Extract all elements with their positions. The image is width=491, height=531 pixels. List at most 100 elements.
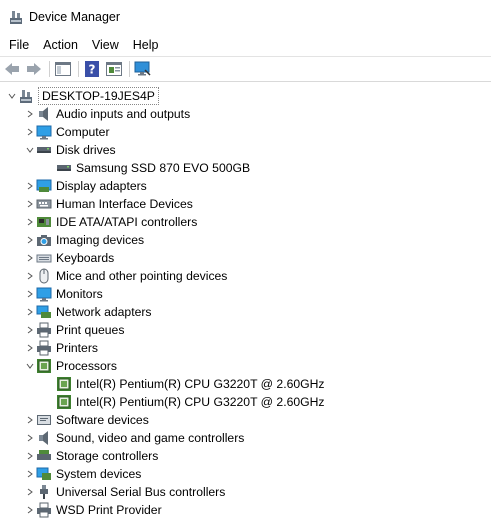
tree-category-sound-video-and-game-controllers[interactable]: Sound, video and game controllers: [0, 429, 491, 447]
tree-device-intel-r-pentium-r-cpu-g3220t-2-60ghz[interactable]: Intel(R) Pentium(R) CPU G3220T @ 2.60GHz: [0, 375, 491, 393]
printer-icon: [36, 502, 52, 518]
tree-item-label: Sound, video and game controllers: [56, 431, 245, 445]
tree-item-label: Keyboards: [56, 251, 115, 265]
tree-item-label: Mice and other pointing devices: [56, 269, 228, 283]
tree-category-imaging-devices[interactable]: Imaging devices: [0, 231, 491, 249]
network-adapter-icon: [36, 304, 52, 320]
tree-item-label: Software devices: [56, 413, 149, 427]
tree-item-label: IDE ATA/ATAPI controllers: [56, 215, 198, 229]
tree-category-audio-inputs-and-outputs[interactable]: Audio inputs and outputs: [0, 105, 491, 123]
chevron-right-icon[interactable]: [24, 249, 36, 267]
ide-controller-icon: [36, 214, 52, 230]
tree-item-label: Samsung SSD 870 EVO 500GB: [76, 161, 251, 175]
printer-icon: [36, 322, 52, 338]
chevron-right-icon[interactable]: [24, 123, 36, 141]
hid-icon: [36, 196, 52, 212]
tree-item-label: Storage controllers: [56, 449, 159, 463]
toolbar-separator: [78, 61, 79, 77]
tree-item-label: Display adapters: [56, 179, 147, 193]
speaker-icon: [36, 106, 52, 122]
tree-category-processors[interactable]: Processors: [0, 357, 491, 375]
title-bar: Device Manager: [0, 0, 491, 34]
tree-device-intel-r-pentium-r-cpu-g3220t-2-60ghz[interactable]: Intel(R) Pentium(R) CPU G3220T @ 2.60GHz: [0, 393, 491, 411]
menu-help[interactable]: Help: [126, 38, 166, 52]
chevron-right-icon[interactable]: [24, 303, 36, 321]
chevron-right-icon[interactable]: [24, 411, 36, 429]
svg-text:?: ?: [89, 63, 96, 77]
menu-file[interactable]: File: [2, 38, 36, 52]
chevron-right-icon[interactable]: [24, 321, 36, 339]
chevron-right-icon[interactable]: [24, 429, 36, 447]
tree-category-ide-ata-atapi-controllers[interactable]: IDE ATA/ATAPI controllers: [0, 213, 491, 231]
tree-category-display-adapters[interactable]: Display adapters: [0, 177, 491, 195]
window-title: Device Manager: [29, 10, 121, 24]
camera-icon: [36, 232, 52, 248]
chevron-down-icon[interactable]: [24, 141, 36, 159]
tree-item-label: Printers: [56, 341, 98, 355]
tree-category-network-adapters[interactable]: Network adapters: [0, 303, 491, 321]
tree-category-printers[interactable]: Printers: [0, 339, 491, 357]
tree-category-system-devices[interactable]: System devices: [0, 465, 491, 483]
toolbar-separator: [129, 61, 130, 77]
tree-root-desktop[interactable]: DESKTOP-19JES4P: [0, 87, 491, 105]
tree-item-label: Audio inputs and outputs: [56, 107, 191, 121]
mouse-icon: [36, 268, 52, 284]
tree-item-label: System devices: [56, 467, 142, 481]
tree-category-monitors[interactable]: Monitors: [0, 285, 491, 303]
tree-category-human-interface-devices[interactable]: Human Interface Devices: [0, 195, 491, 213]
tree-category-mice-and-other-pointing-devices[interactable]: Mice and other pointing devices: [0, 267, 491, 285]
tree-category-disk-drives[interactable]: Disk drives: [0, 141, 491, 159]
chevron-right-icon[interactable]: [24, 213, 36, 231]
chevron-right-icon[interactable]: [24, 465, 36, 483]
chevron-right-icon[interactable]: [24, 177, 36, 195]
processor-icon: [56, 394, 72, 410]
chevron-right-icon[interactable]: [24, 501, 36, 519]
keyboard-icon: [36, 250, 52, 266]
back-icon[interactable]: [3, 60, 21, 78]
chevron-right-icon[interactable]: [24, 267, 36, 285]
tree-category-computer[interactable]: Computer: [0, 123, 491, 141]
toolbar: ?: [0, 56, 491, 82]
tree-item-label: Intel(R) Pentium(R) CPU G3220T @ 2.60GHz: [76, 377, 325, 391]
chevron-right-icon[interactable]: [24, 483, 36, 501]
processor-icon: [36, 358, 52, 374]
forward-icon[interactable]: [25, 60, 43, 78]
tree-item-label: Intel(R) Pentium(R) CPU G3220T @ 2.60GHz: [76, 395, 325, 409]
tree-item-label: DESKTOP-19JES4P: [38, 87, 159, 105]
tree-item-label: Disk drives: [56, 143, 116, 157]
usb-icon: [36, 484, 52, 500]
tree-category-storage-controllers[interactable]: Storage controllers: [0, 447, 491, 465]
show-hide-console-tree-icon[interactable]: [54, 60, 72, 78]
tree-item-label: Processors: [56, 359, 117, 373]
chevron-right-icon[interactable]: [24, 339, 36, 357]
device-tree: DESKTOP-19JES4P Audio inputs and outputs C…: [0, 87, 491, 519]
tree-category-universal-serial-bus-controllers[interactable]: Universal Serial Bus controllers: [0, 483, 491, 501]
processor-icon: [56, 376, 72, 392]
tree-category-software-devices[interactable]: Software devices: [0, 411, 491, 429]
help-icon[interactable]: ?: [83, 60, 101, 78]
tree-category-print-queues[interactable]: Print queues: [0, 321, 491, 339]
speaker-icon: [36, 430, 52, 446]
chevron-right-icon[interactable]: [24, 285, 36, 303]
menu-view[interactable]: View: [85, 38, 126, 52]
disk-drive-icon: [36, 142, 52, 158]
chevron-down-icon[interactable]: [6, 87, 18, 105]
menu-action[interactable]: Action: [36, 38, 85, 52]
chevron-right-icon[interactable]: [24, 105, 36, 123]
tree-category-keyboards[interactable]: Keyboards: [0, 249, 491, 267]
chevron-down-icon[interactable]: [24, 357, 36, 375]
scan-hardware-icon[interactable]: [134, 60, 152, 78]
storage-controller-icon: [36, 448, 52, 464]
properties-icon[interactable]: [105, 60, 123, 78]
chevron-right-icon[interactable]: [24, 195, 36, 213]
chevron-right-icon[interactable]: [24, 231, 36, 249]
tree-category-wsd-print-provider[interactable]: WSD Print Provider: [0, 501, 491, 519]
tree-device-samsung-ssd-870-evo-500gb[interactable]: Samsung SSD 870 EVO 500GB: [0, 159, 491, 177]
disk-drive-icon: [56, 160, 72, 176]
chevron-right-icon[interactable]: [24, 447, 36, 465]
tree-item-label: Print queues: [56, 323, 125, 337]
tree-item-label: Monitors: [56, 287, 103, 301]
